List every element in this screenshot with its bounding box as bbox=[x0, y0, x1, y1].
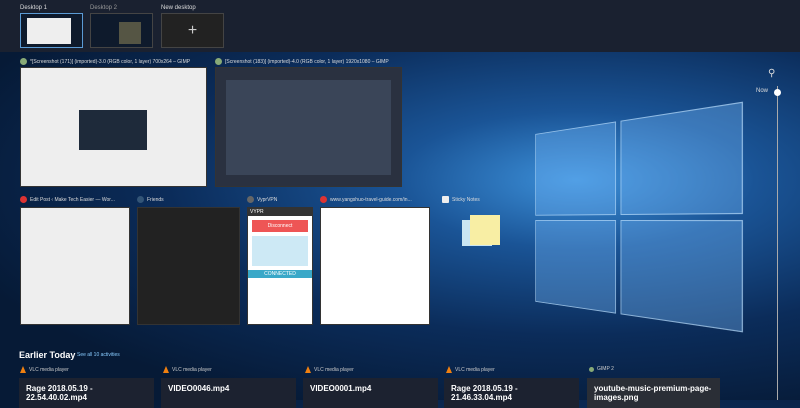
chrome-icon bbox=[320, 196, 327, 203]
plus-icon: + bbox=[187, 21, 198, 39]
vpn-disconnect-button[interactable]: Disconnect bbox=[252, 220, 308, 232]
vpn-brand: VYPR bbox=[248, 208, 312, 216]
gimp-icon bbox=[215, 58, 222, 65]
desktop-2-thumb[interactable] bbox=[90, 13, 153, 48]
window-title: *[Screenshot (171)] (imported)-3.0 (RGB … bbox=[30, 58, 191, 65]
vyprvpn-icon bbox=[247, 196, 254, 203]
window-label: Friends bbox=[137, 196, 164, 203]
window-title: Friends bbox=[147, 196, 164, 203]
gimp-icon bbox=[589, 366, 594, 372]
activity-card[interactable]: Rage 2018.05.19 - 21.46.33.04.mp4 bbox=[444, 378, 579, 408]
vpn-status: CONNECTED bbox=[248, 270, 312, 278]
new-desktop-label: New desktop bbox=[161, 5, 196, 11]
desktop-2-label: Desktop 2 bbox=[90, 5, 118, 11]
sticky-notes-icon bbox=[442, 196, 449, 203]
window-gimp-1[interactable] bbox=[20, 67, 207, 187]
window-title: [Screenshot (183)] (imported)-4.0 (RGB c… bbox=[225, 58, 389, 65]
gimp-icon bbox=[20, 58, 27, 65]
window-title: VyprVPN bbox=[257, 196, 278, 203]
window-vyprvpn[interactable]: VYPR Disconnect CONNECTED bbox=[247, 207, 313, 325]
window-label: Sticky Notes bbox=[442, 196, 480, 203]
activity-card[interactable]: youtube-music-premium-page-images.png bbox=[587, 378, 720, 408]
window-edit-post[interactable] bbox=[20, 207, 130, 325]
chrome-icon bbox=[20, 196, 27, 203]
window-label: *[Screenshot (171)] (imported)-3.0 (RGB … bbox=[20, 58, 190, 65]
window-title: www.yangshuo-travel-guide.com/in... bbox=[330, 196, 412, 203]
timeline-scrollbar[interactable] bbox=[777, 86, 778, 400]
activity-app: VLC media player bbox=[163, 366, 212, 373]
desktop-1-thumb[interactable] bbox=[20, 13, 83, 48]
window-label: [Screenshot (183)] (imported)-4.0 (RGB c… bbox=[215, 58, 389, 65]
window-title: Sticky Notes bbox=[452, 196, 480, 203]
window-friends[interactable] bbox=[137, 207, 240, 325]
window-gimp-2[interactable] bbox=[215, 67, 402, 187]
activity-card[interactable]: VIDEO0001.mp4 bbox=[303, 378, 438, 408]
virtual-desktops-bar: Desktop 1 Desktop 2 New desktop + bbox=[0, 0, 800, 52]
activity-card[interactable]: VIDEO0046.mp4 bbox=[161, 378, 296, 408]
vlc-icon bbox=[163, 366, 169, 373]
window-travel-guide[interactable] bbox=[320, 207, 430, 325]
activity-card[interactable]: Rage 2018.05.19 - 22.54.40.02.mp4 bbox=[19, 378, 154, 408]
new-desktop-button[interactable]: + bbox=[161, 13, 224, 48]
vlc-icon bbox=[446, 366, 452, 373]
window-label: VyprVPN bbox=[247, 196, 277, 203]
see-all-link[interactable]: See all 10 activities bbox=[77, 352, 120, 358]
desktop-1-label: Desktop 1 bbox=[20, 5, 48, 11]
window-label: www.yangshuo-travel-guide.com/in... bbox=[320, 196, 412, 203]
search-icon[interactable]: ⚲ bbox=[768, 68, 775, 79]
wallpaper-logo bbox=[535, 101, 749, 340]
section-heading: Earlier Today bbox=[19, 350, 76, 360]
vlc-icon bbox=[305, 366, 311, 373]
steam-icon bbox=[137, 196, 144, 203]
activity-app: VLC media player bbox=[305, 366, 354, 373]
timeline-thumb[interactable] bbox=[774, 89, 781, 96]
activity-app: GIMP 2 bbox=[589, 366, 614, 372]
window-sticky-notes[interactable] bbox=[462, 212, 500, 248]
vlc-icon bbox=[20, 366, 26, 373]
activity-app: VLC media player bbox=[20, 366, 69, 373]
timeline-now-label: Now bbox=[756, 88, 769, 94]
activity-app: VLC media player bbox=[446, 366, 495, 373]
window-title: Edit Post ‹ Make Tech Easier — Wor... bbox=[30, 196, 115, 203]
window-label: Edit Post ‹ Make Tech Easier — Wor... bbox=[20, 196, 115, 203]
